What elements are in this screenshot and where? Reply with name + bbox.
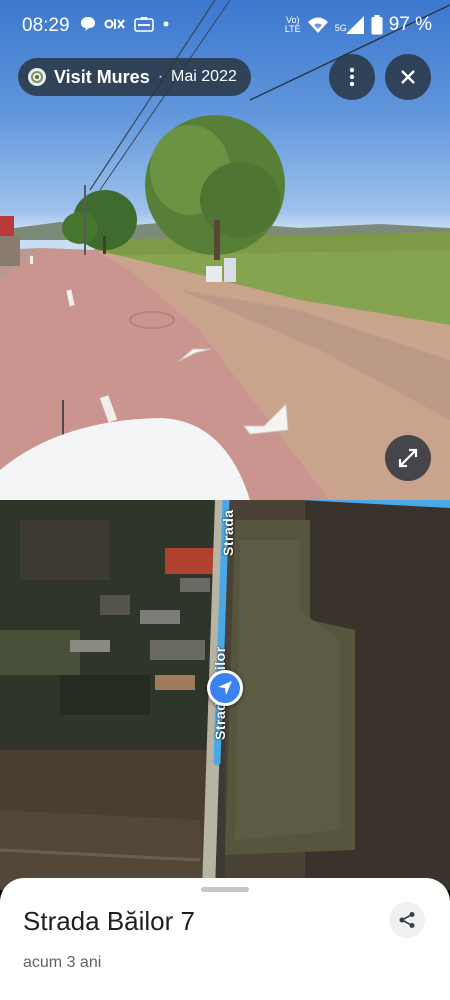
separator: · [157, 68, 164, 85]
volte-indicator: Vo) LTE [284, 15, 301, 34]
share-button[interactable] [389, 902, 425, 938]
olx-app-icon [104, 19, 125, 29]
signal-icon [345, 16, 364, 34]
more-options-button[interactable] [329, 54, 375, 100]
system-icons: Vo) LTE 5G 97 % [285, 14, 432, 36]
close-icon [401, 70, 415, 84]
dot-icon [163, 21, 169, 27]
place-bottom-sheet[interactable]: Strada Băilor 7 acum 3 ani [0, 878, 450, 1000]
status-bar: 08:29 Vo) LTE 5G 97 % [0, 0, 450, 48]
notification-icons [80, 16, 170, 32]
drag-handle[interactable] [201, 887, 249, 892]
status-time: 08:29 [22, 15, 70, 36]
street-label-top: Strada [220, 509, 236, 556]
battery-icon [371, 15, 383, 35]
navigation-arrow-icon [218, 681, 232, 695]
close-button[interactable] [385, 54, 431, 100]
expand-icon [398, 448, 418, 468]
capture-age: acum 3 ani [23, 954, 102, 971]
contributor-name: Visit Mures [54, 66, 150, 87]
chat-bubble-icon [81, 17, 95, 31]
chevron-back-icon[interactable] [240, 400, 292, 440]
emag-app-icon [134, 17, 154, 32]
capture-date: Mai 2022 [171, 68, 237, 85]
profile-logo-icon [31, 71, 43, 83]
wifi-icon [307, 17, 328, 33]
location-title-chip[interactable]: Visit Mures · Mai 2022 [18, 58, 251, 96]
place-title: Strada Băilor 7 [23, 906, 195, 936]
share-icon [399, 912, 415, 928]
current-position-marker[interactable] [207, 670, 243, 706]
more-vert-icon [349, 67, 355, 87]
street-view-panorama[interactable]: 08:29 Vo) LTE 5G 97 % Visit Mures · Mai … [0, 0, 450, 500]
battery-percent: 97 % [388, 14, 432, 35]
signal-indicator: 5G [335, 15, 365, 35]
chevron-forward-icon[interactable] [175, 343, 215, 365]
expand-button[interactable] [385, 435, 431, 481]
contributor-avatar [28, 68, 46, 86]
